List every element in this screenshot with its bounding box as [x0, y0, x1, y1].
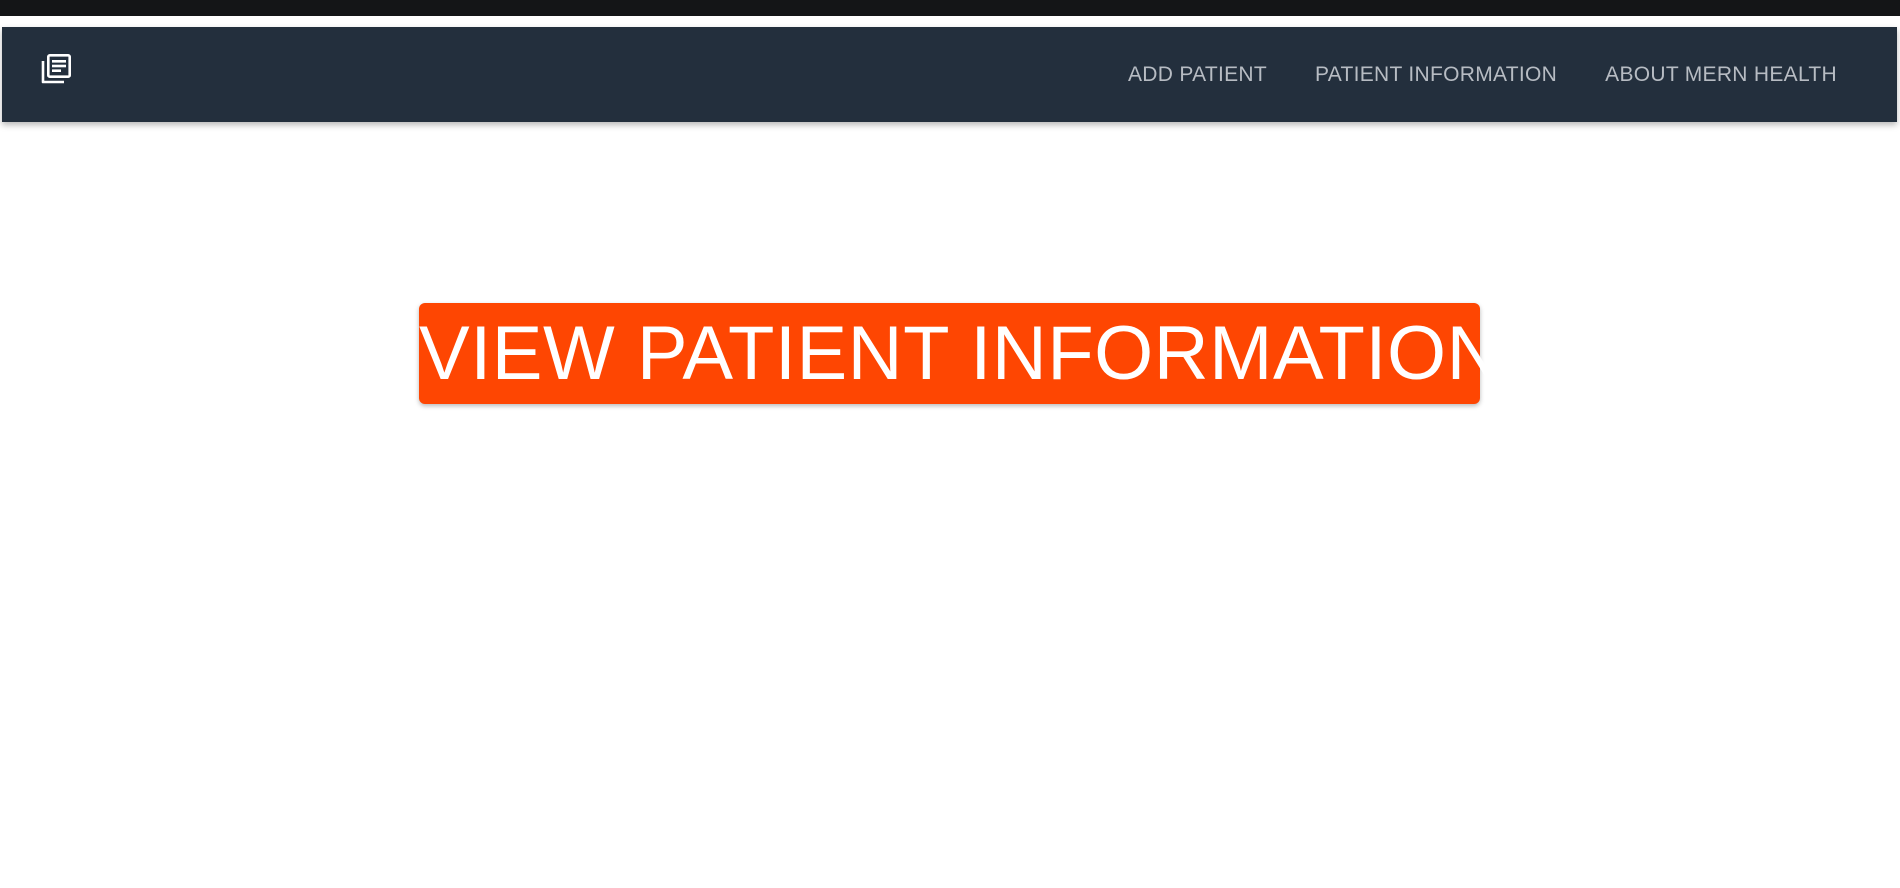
nav-links: ADD PATIENT PATIENT INFORMATION ABOUT ME…: [1104, 27, 1857, 122]
browser-top-strip: [0, 0, 1900, 16]
navbar: ADD PATIENT PATIENT INFORMATION ABOUT ME…: [2, 27, 1897, 122]
nav-add-patient[interactable]: ADD PATIENT: [1104, 27, 1291, 122]
top-gap: [0, 16, 1900, 27]
library-books-icon: [40, 53, 72, 85]
nav-patient-information[interactable]: PATIENT INFORMATION: [1291, 27, 1581, 122]
logo-link[interactable]: [40, 49, 72, 89]
view-patient-information-button[interactable]: VIEW PATIENT INFORMATION: [419, 303, 1502, 404]
nav-about-mern-health[interactable]: ABOUT MERN HEALTH: [1581, 27, 1857, 122]
